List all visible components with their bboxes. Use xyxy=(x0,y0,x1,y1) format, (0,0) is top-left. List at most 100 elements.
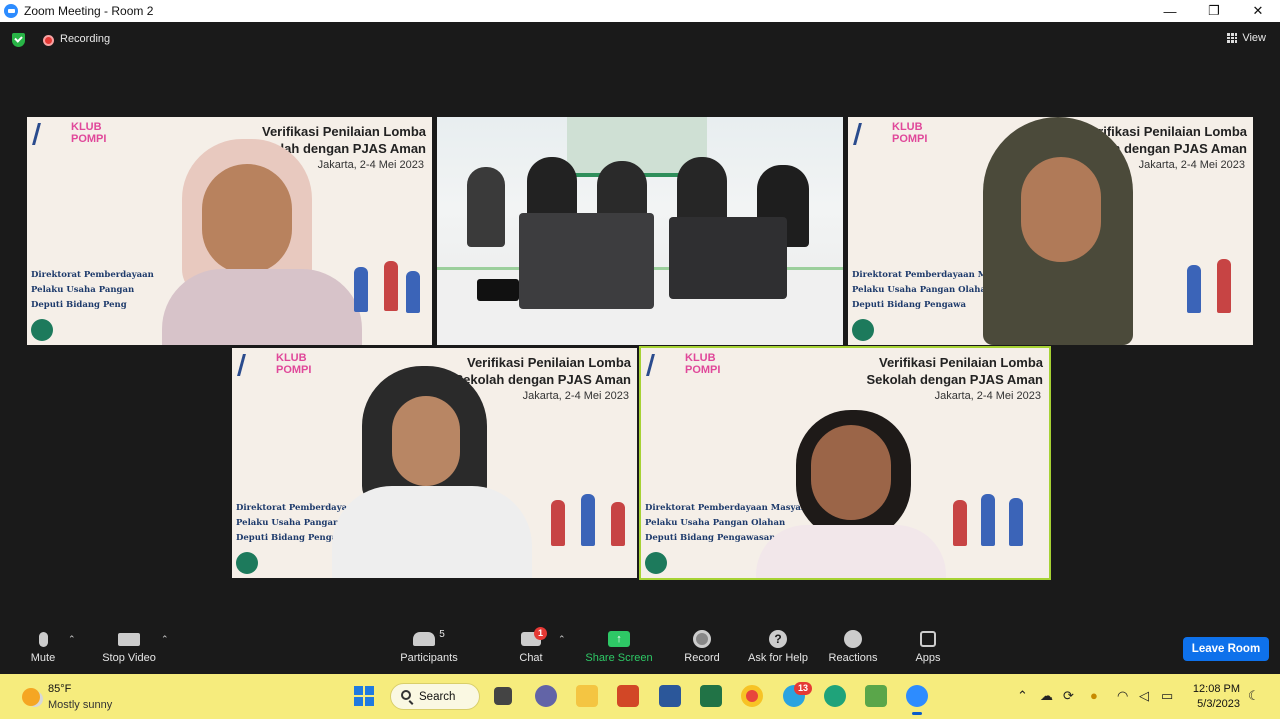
leave-room-button[interactable]: Leave Room xyxy=(1183,637,1269,661)
video-tile-participant-1[interactable]: KLUB POMPI Verifikasi Penilaian Lomba Seko… xyxy=(27,117,432,345)
slide-title-line1: Verifikasi Penilaian Lomba xyxy=(878,355,1043,370)
slide-footer-line1: Direktorat Pemberdayaan xyxy=(31,270,154,280)
security-shield-icon[interactable] xyxy=(12,33,25,47)
slide-title-line2: Sekolah dengan PJAS Aman xyxy=(866,372,1043,387)
window-controls: — ❐ ✕ xyxy=(1148,0,1280,22)
hotline-badge-icon xyxy=(236,552,258,574)
video-tile-participant-3[interactable]: KLUB POMPI Verifikasi Penilaian Lomba Seko… xyxy=(848,117,1253,345)
klub-text: KLUB xyxy=(685,352,716,364)
video-tile-participant-5[interactable]: KLUB POMPI Verifikasi Penilaian Lomba Seko… xyxy=(639,346,1051,580)
klub-pompi-logo: KLUB POMPI xyxy=(685,352,720,376)
participants-button[interactable]: 5 Participants xyxy=(396,626,462,665)
microphone-tray-icon[interactable]: ● xyxy=(1090,688,1098,703)
mute-button[interactable]: Mute xyxy=(22,626,64,664)
zoom-taskbar-icon[interactable] xyxy=(906,685,928,715)
video-tile-participant-4[interactable]: KLUB POMPI Verifikasi Penilaian Lomba Seko… xyxy=(232,348,637,578)
sync-icon[interactable]: ⟳ xyxy=(1063,688,1074,704)
weather-temperature[interactable]: 85°F xyxy=(48,683,71,695)
window-title: Zoom Meeting - Room 2 xyxy=(24,4,154,18)
apps-label: Apps xyxy=(915,652,941,664)
record-label: Record xyxy=(684,652,720,664)
grid-view-icon xyxy=(1227,33,1238,43)
slide-title-line1: Verifikasi Penilaian Lomba xyxy=(261,124,426,139)
emoji-smile-icon xyxy=(844,630,862,648)
taskbar-search-box[interactable]: Search xyxy=(390,683,480,710)
hotline-badge-icon xyxy=(645,552,667,574)
view-button[interactable]: View xyxy=(1227,32,1266,44)
phone xyxy=(477,279,519,301)
video-options-chevron-icon[interactable]: ⌃ xyxy=(161,634,169,645)
weather-description[interactable]: Mostly sunny xyxy=(48,699,112,711)
participants-label: Participants xyxy=(400,652,458,664)
zoom-logo-icon xyxy=(4,4,18,18)
klub-text: KLUB xyxy=(71,121,102,133)
taskbar-clock[interactable]: 12:08 PM 5/3/2023 xyxy=(1193,682,1240,712)
laptop-hp xyxy=(519,213,654,309)
file-explorer-icon[interactable] xyxy=(576,685,598,707)
participant-video xyxy=(943,117,1173,345)
bpom-logo-icon xyxy=(646,354,674,376)
slide-date: Jakarta, 2-4 Mei 2023 xyxy=(934,390,1041,402)
task-view-icon[interactable] xyxy=(494,687,512,705)
minimize-button[interactable]: — xyxy=(1148,0,1192,22)
cloud-offline-icon[interactable]: ☁ xyxy=(1040,688,1053,704)
participants-icon xyxy=(413,632,436,646)
laptop-sticker xyxy=(669,217,787,299)
excel-icon[interactable] xyxy=(700,685,722,707)
slide-footer: Direktorat Pemberdayaan Pelaku Usaha Pang… xyxy=(31,268,154,313)
search-label: Search xyxy=(419,690,456,703)
chat-options-chevron-icon[interactable]: ⌃ xyxy=(558,634,566,645)
battery-icon[interactable]: ▭ xyxy=(1161,688,1173,704)
record-button[interactable]: Record xyxy=(682,626,722,664)
klub-text: KLUB xyxy=(892,121,923,133)
stop-video-button[interactable]: Stop Video xyxy=(96,626,162,664)
reactions-button[interactable]: Reactions xyxy=(827,626,879,664)
volume-icon[interactable]: ◁ xyxy=(1139,688,1149,704)
reactions-label: Reactions xyxy=(828,652,878,664)
bpom-logo-icon xyxy=(32,123,60,145)
weather-sun-icon[interactable] xyxy=(22,688,40,706)
teams-chat-icon[interactable] xyxy=(535,685,557,707)
edge-icon[interactable] xyxy=(824,685,846,707)
hotline-badge-icon xyxy=(31,319,53,341)
pompi-text: POMPI xyxy=(685,364,721,376)
klub-pompi-logo: KLUB POMPI xyxy=(71,121,106,145)
ask-for-help-button[interactable]: ? Ask for Help xyxy=(746,626,810,664)
klub-pompi-logo: KLUB POMPI xyxy=(892,121,927,145)
bpom-logo-icon xyxy=(237,354,265,376)
klub-pompi-logo: KLUB POMPI xyxy=(276,352,311,376)
cartoon-kids-illustration xyxy=(336,237,426,317)
powerpoint-icon[interactable] xyxy=(617,685,639,707)
meeting-toolbar: Mute ⌃ Stop Video ⌃ 5 Participants Chat … xyxy=(0,624,1280,674)
share-screen-icon: ↑ xyxy=(608,631,630,647)
windows-start-icon[interactable] xyxy=(354,686,374,706)
video-tile-participant-2[interactable] xyxy=(437,117,843,345)
telegram-unread-badge: 13 xyxy=(794,682,813,695)
chrome-icon[interactable] xyxy=(741,685,763,707)
apps-button[interactable]: Apps xyxy=(912,626,944,664)
participant-video xyxy=(162,139,362,345)
pompi-text: POMPI xyxy=(892,133,928,145)
recording-icon[interactable] xyxy=(43,35,54,46)
cartoon-kids-illustration xyxy=(541,470,631,550)
chat-label: Chat xyxy=(519,652,543,664)
clock-time: 12:08 PM xyxy=(1192,683,1240,695)
participants-count: 5 xyxy=(439,628,445,640)
recording-label[interactable]: Recording xyxy=(60,33,110,45)
notifications-moon-icon[interactable]: ☾ xyxy=(1248,688,1260,704)
show-hidden-icons-chevron-icon[interactable]: ⌃ xyxy=(1017,688,1028,704)
store-app-icon[interactable] xyxy=(865,685,887,707)
audio-options-chevron-icon[interactable]: ⌃ xyxy=(68,634,76,645)
video-camera-icon xyxy=(118,632,140,646)
share-screen-label: Share Screen xyxy=(585,652,653,664)
participant-video xyxy=(332,366,532,578)
maximize-button[interactable]: ❐ xyxy=(1192,0,1236,22)
mute-label: Mute xyxy=(30,652,56,664)
slide-title: Verifikasi Penilaian Lomba Sekolah dengan… xyxy=(866,354,1043,388)
wifi-icon[interactable]: ◠ xyxy=(1117,688,1128,704)
close-button[interactable]: ✕ xyxy=(1236,0,1280,22)
pompi-text: POMPI xyxy=(71,133,107,145)
share-screen-button[interactable]: ↑ Share Screen xyxy=(584,626,654,664)
clock-date: 5/3/2023 xyxy=(1197,698,1240,710)
word-icon[interactable] xyxy=(659,685,681,707)
